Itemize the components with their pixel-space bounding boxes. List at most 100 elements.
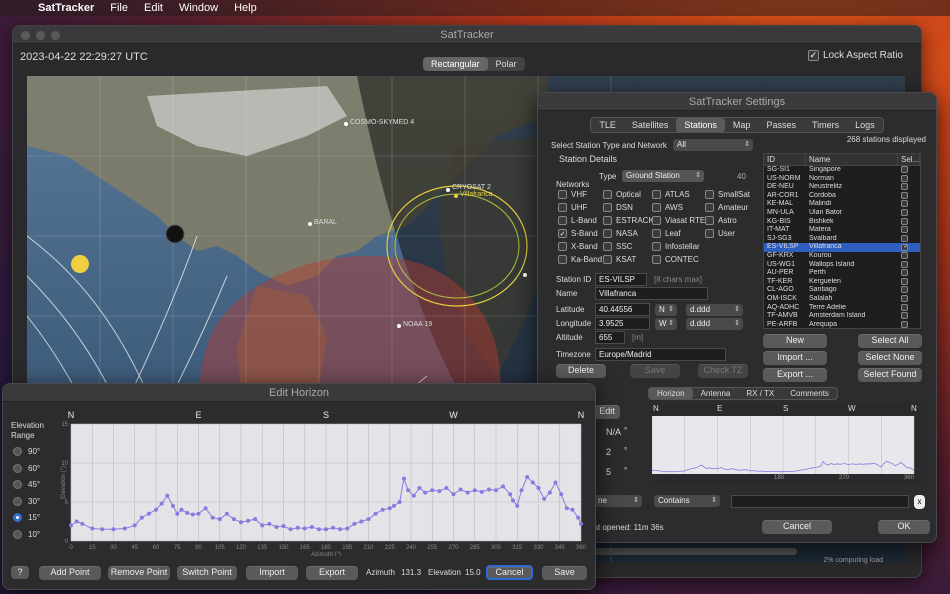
station-selected-cell[interactable] [898,320,920,328]
network-checkbox[interactable] [603,203,612,212]
tab-passes[interactable]: Passes [758,118,804,132]
station-selected-cell[interactable] [898,191,920,201]
network-optical[interactable]: Optical [603,190,641,199]
network-aws[interactable]: AWS [652,203,683,212]
station-select-checkbox[interactable] [901,286,908,294]
range-radio-30[interactable]: 30° [13,496,40,506]
network-checkbox[interactable] [558,203,567,212]
station-selected-cell[interactable] [898,286,920,295]
filter-text-field[interactable] [731,495,909,508]
subtab-comments[interactable]: Comments [782,388,837,399]
import-stations-button[interactable]: Import ... [763,351,827,365]
network-checkbox[interactable] [652,255,661,264]
network-checkbox[interactable] [558,255,567,264]
station-select-checkbox[interactable] [901,260,908,268]
station-selected-cell[interactable] [898,200,920,209]
close-button[interactable] [21,31,30,40]
station-selected-cell[interactable]: ✓ [898,243,920,252]
col-id[interactable]: ID [764,154,806,165]
filter-op-select[interactable]: Contains [654,495,720,507]
station-select-checkbox[interactable] [901,200,908,208]
tab-timers[interactable]: Timers [804,118,847,132]
lock-checkbox[interactable]: ✓ [807,50,819,61]
table-row[interactable]: PE-ARFB Arequipa [764,320,920,328]
lock-aspect[interactable]: ✓ Lock Aspect Ratio [807,50,903,61]
network-ssc[interactable]: SSC [603,242,632,251]
altitude-field[interactable]: 655 [595,331,625,344]
station-selected-cell[interactable] [898,174,920,184]
help-button[interactable]: ? [11,566,29,579]
network-infostellar[interactable]: Infostellar [652,242,700,251]
name-field[interactable]: Villafranca [595,287,708,300]
radio-dot[interactable] [13,447,22,456]
subtab-rxtx[interactable]: RX / TX [738,388,782,399]
radio-dot[interactable] [13,513,22,522]
table-row[interactable]: KG-BIS Bishkek [764,217,920,227]
filter-field-select[interactable]: ne [594,495,642,507]
network-checkbox[interactable] [603,242,612,251]
station-selected-cell[interactable] [898,208,920,218]
export-stations-button[interactable]: Export ... [763,368,827,382]
radio-dot[interactable] [13,529,22,539]
longitude-dir-select[interactable]: W [655,318,677,330]
network-amateur[interactable]: Amateur [705,203,748,212]
menu-window[interactable]: Window [179,2,218,14]
filter-clear-button[interactable]: x [914,495,925,509]
network-atlas[interactable]: ATLAS [652,190,690,199]
radio-dot[interactable] [13,463,22,473]
station-selected-cell[interactable] [898,294,920,304]
add-point-button[interactable]: Add Point [39,566,101,580]
station-selected-cell[interactable] [898,234,920,244]
network-checkbox[interactable] [603,229,612,238]
network-l-band[interactable]: L-Band [558,216,597,225]
table-row[interactable]: ES-VILSP Villafranca ✓ [764,243,920,252]
switch-point-button[interactable]: Switch Point [177,566,237,580]
settings-cancel-button[interactable]: Cancel [762,520,832,534]
station-selected-cell[interactable] [898,303,920,313]
network-viasat-rte[interactable]: Viasat RTE [652,216,705,225]
network-checkbox[interactable] [705,190,714,199]
menu-edit[interactable]: Edit [144,2,163,14]
subtab-horizon[interactable]: Horizon [649,388,693,399]
network-leaf[interactable]: Leaf [652,229,681,238]
range-radio-90[interactable]: 90° [13,447,40,456]
save-station-button[interactable]: Save [630,364,680,378]
tab-satellites[interactable]: Satellites [624,118,677,132]
station-select-checkbox[interactable] [901,166,908,173]
longitude-format-select[interactable]: d.ddd [686,318,743,330]
station-select-checkbox[interactable] [901,312,908,320]
latitude-format-select[interactable]: d.ddd [686,304,743,316]
network-checkbox[interactable] [603,190,612,199]
network-ka-band[interactable]: Ka-Band [558,255,602,264]
menu-help[interactable]: Help [234,2,257,14]
network-filter-select[interactable]: All [673,139,753,151]
table-row[interactable]: TF-AMVB Amsterdam Island [764,312,920,321]
station-select-checkbox[interactable] [901,303,908,311]
remove-point-button[interactable]: Remove Point [108,566,170,580]
timezone-field[interactable]: Europe/Madrid [595,348,726,361]
table-row[interactable]: IT-MAT Matera [764,226,920,235]
network-checkbox[interactable] [705,203,714,212]
station-selected-cell[interactable] [898,251,920,261]
table-row[interactable]: DE-NEU Neustrelitz [764,183,920,192]
seg-rectangular[interactable]: Rectangular [423,57,488,71]
station-select-checkbox[interactable]: ✓ [901,244,908,252]
table-row[interactable]: SG-SI1 Singapore [764,166,920,175]
table-row[interactable]: AQ-ADHC Terre Adelie [764,303,920,313]
horizon-cancel-button[interactable]: Cancel [486,565,533,580]
network-checkbox[interactable] [705,229,714,238]
station-selected-cell[interactable] [898,217,920,227]
station-id-field[interactable]: ES-VILSP [595,273,647,286]
network-checkbox[interactable] [558,190,567,199]
table-row[interactable]: SJ-SG3 Svalbard [764,234,920,244]
station-selected-cell[interactable] [898,166,920,175]
station-select-checkbox[interactable] [901,269,908,277]
network-checkbox[interactable] [652,242,661,251]
station-select-checkbox[interactable] [901,191,908,199]
network-checkbox[interactable] [558,242,567,251]
station-selected-cell[interactable] [898,312,920,321]
type-select[interactable]: Ground Station [622,170,704,182]
network-contec[interactable]: CONTEC [652,255,699,264]
network-checkbox[interactable] [603,255,612,264]
tab-logs[interactable]: Logs [847,118,883,132]
